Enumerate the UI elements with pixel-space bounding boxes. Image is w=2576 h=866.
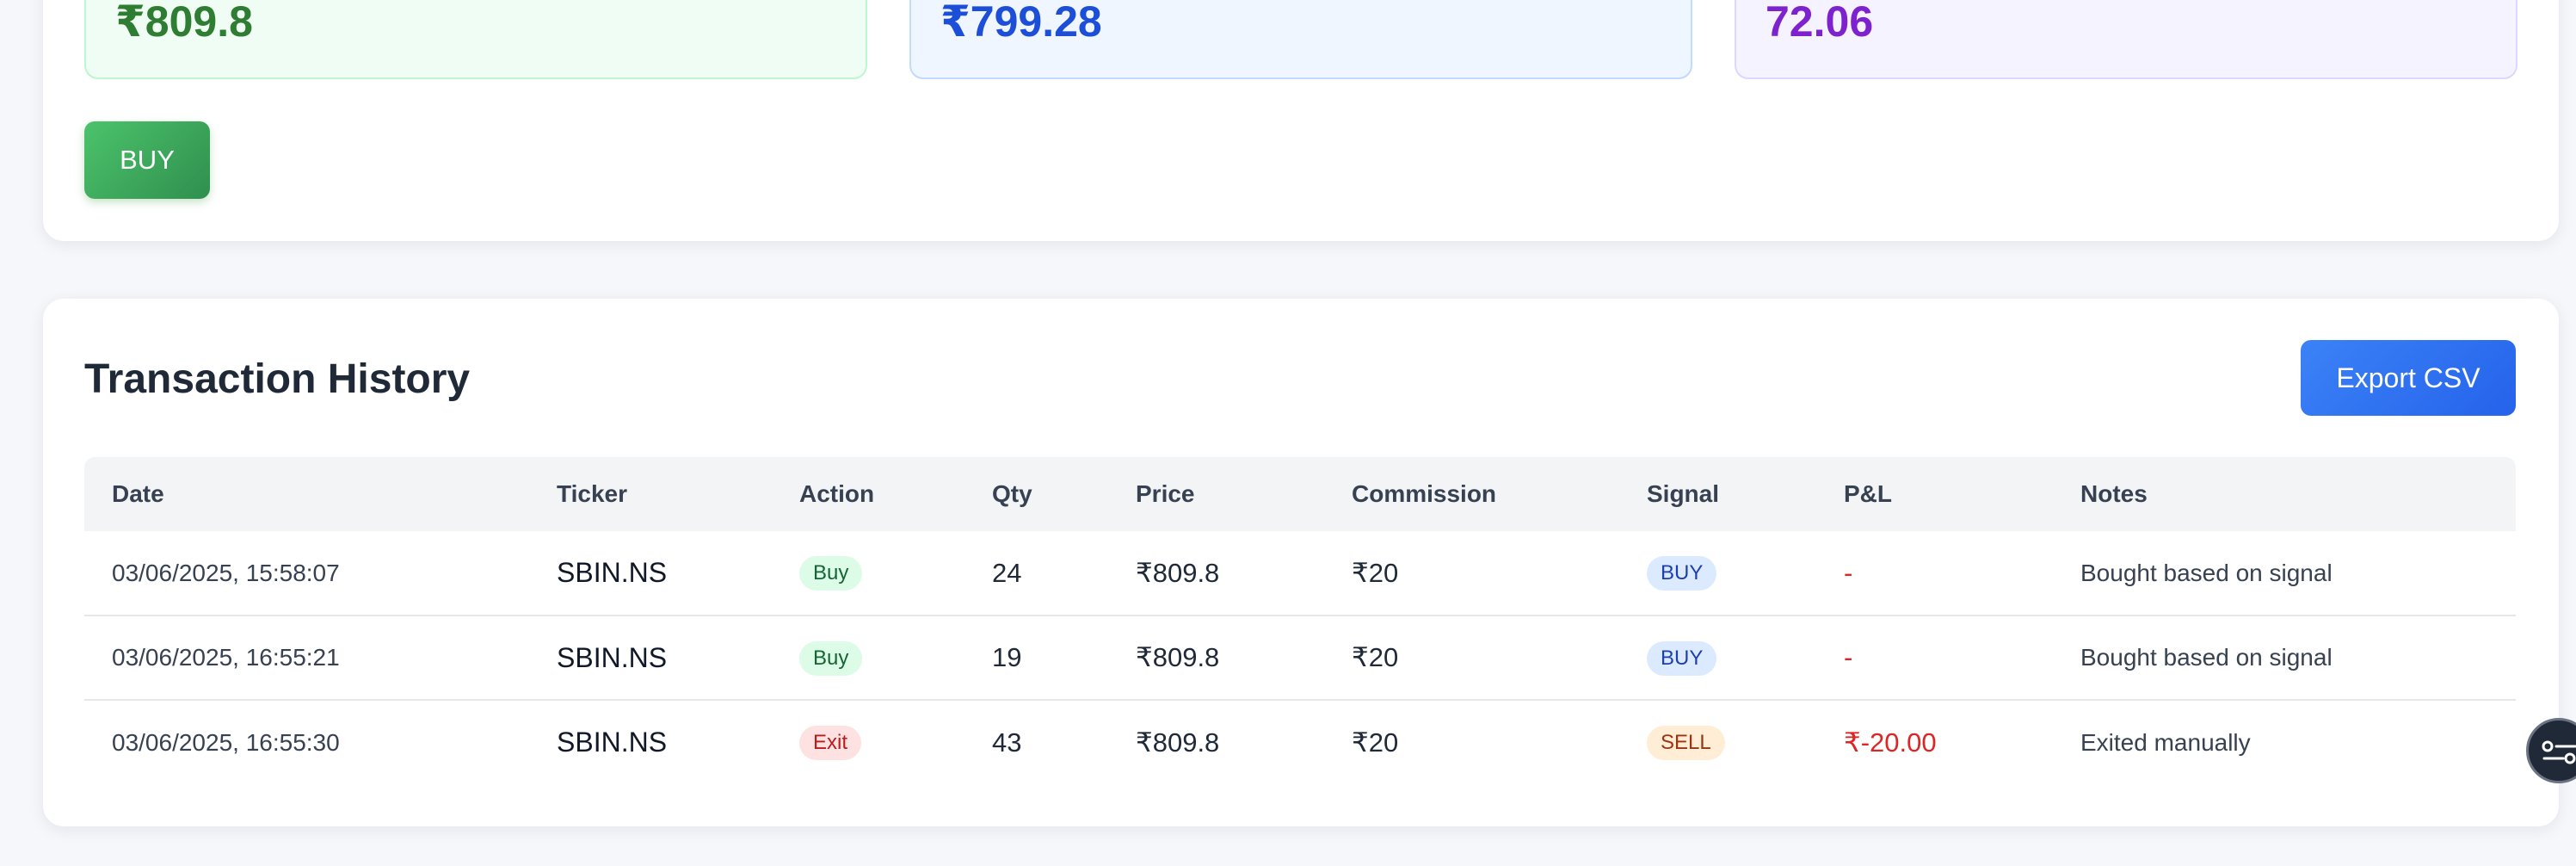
cell-action: Exit	[772, 700, 964, 784]
cell-signal: BUY	[1619, 531, 1816, 616]
trade-panel-card: ₹809.8 ₹799.28 72.06 BUY	[43, 0, 2559, 241]
cell-date: 03/06/2025, 16:55:21	[84, 615, 529, 701]
column-header-ticker[interactable]: Ticker	[529, 457, 772, 531]
cell-commission: ₹20	[1324, 531, 1619, 616]
column-header-action[interactable]: Action	[772, 457, 964, 531]
cell-commission: ₹20	[1352, 727, 1399, 758]
cell-qty: 19	[964, 615, 1108, 701]
cell-pnl: -	[1816, 615, 2053, 701]
cell-signal: SELL	[1619, 700, 1816, 784]
list-settings-icon	[2542, 740, 2576, 764]
cell-ticker: SBIN.NS	[529, 531, 772, 616]
buy-button[interactable]: BUY	[84, 121, 210, 199]
cell-qty: 24	[964, 531, 1108, 616]
cell-qty: 43	[992, 727, 1022, 758]
action-badge: Buy	[799, 556, 863, 591]
signal-badge: SELL	[1647, 726, 1725, 760]
column-header-notes[interactable]: Notes	[2053, 457, 2516, 531]
cell-action: Buy	[772, 615, 964, 701]
cell-action: Buy	[772, 531, 964, 616]
cell-pnl: -	[1816, 531, 2053, 616]
indicator-stat: 72.06	[1735, 0, 2517, 79]
action-badge: Exit	[799, 726, 862, 760]
signal-badge: BUY	[1647, 640, 1717, 676]
cell-price: ₹809.8	[1136, 727, 1220, 758]
cell-notes: Bought based on signal	[2053, 615, 2516, 701]
table-row: 03/06/2025, 15:58:07 SBIN.NS Buy 24 ₹809…	[84, 531, 2516, 616]
current-price-stat: ₹809.8	[84, 0, 867, 79]
cell-ticker: SBIN.NS	[557, 727, 668, 758]
column-header-pnl[interactable]: P&L	[1816, 457, 2053, 531]
signal-badge: BUY	[1647, 556, 1717, 591]
cell-price: ₹809.8	[1108, 615, 1324, 701]
column-header-commission[interactable]: Commission	[1324, 457, 1619, 531]
column-header-price[interactable]: Price	[1108, 457, 1324, 531]
export-csv-button[interactable]: Export CSV	[2301, 340, 2516, 416]
cell-signal: BUY	[1619, 615, 1816, 701]
cell-notes: Exited manually	[2080, 728, 2251, 756]
average-price-stat: ₹799.28	[909, 0, 1692, 79]
table-row: 03/06/2025, 16:55:21 SBIN.NS Buy 19 ₹809…	[84, 615, 2516, 701]
transaction-history-card: Transaction History Export CSV Date Tick…	[43, 299, 2559, 826]
section-title: Transaction History	[84, 356, 471, 402]
current-price-value: ₹809.8	[115, 0, 253, 46]
cell-pnl: ₹-20.00	[1844, 727, 1937, 758]
table-header-row: Date Ticker Action Qty Price Commission …	[84, 457, 2516, 531]
cell-date: 03/06/2025, 16:55:30	[112, 728, 340, 756]
transaction-table: Date Ticker Action Qty Price Commission …	[84, 457, 2516, 784]
column-header-date[interactable]: Date	[84, 457, 529, 531]
cell-date: 03/06/2025, 15:58:07	[84, 531, 529, 616]
column-header-qty[interactable]: Qty	[964, 457, 1108, 531]
table-row: 03/06/2025, 16:55:30 SBIN.NS Exit 43 ₹80…	[84, 700, 2516, 784]
column-header-signal[interactable]: Signal	[1619, 457, 1816, 531]
action-badge: Buy	[799, 640, 863, 676]
average-price-value: ₹799.28	[940, 0, 1102, 46]
cell-ticker: SBIN.NS	[529, 615, 772, 701]
indicator-value: 72.06	[1766, 0, 1874, 46]
cell-commission: ₹20	[1324, 615, 1619, 701]
cell-notes: Bought based on signal	[2053, 531, 2516, 616]
cell-price: ₹809.8	[1108, 531, 1324, 616]
